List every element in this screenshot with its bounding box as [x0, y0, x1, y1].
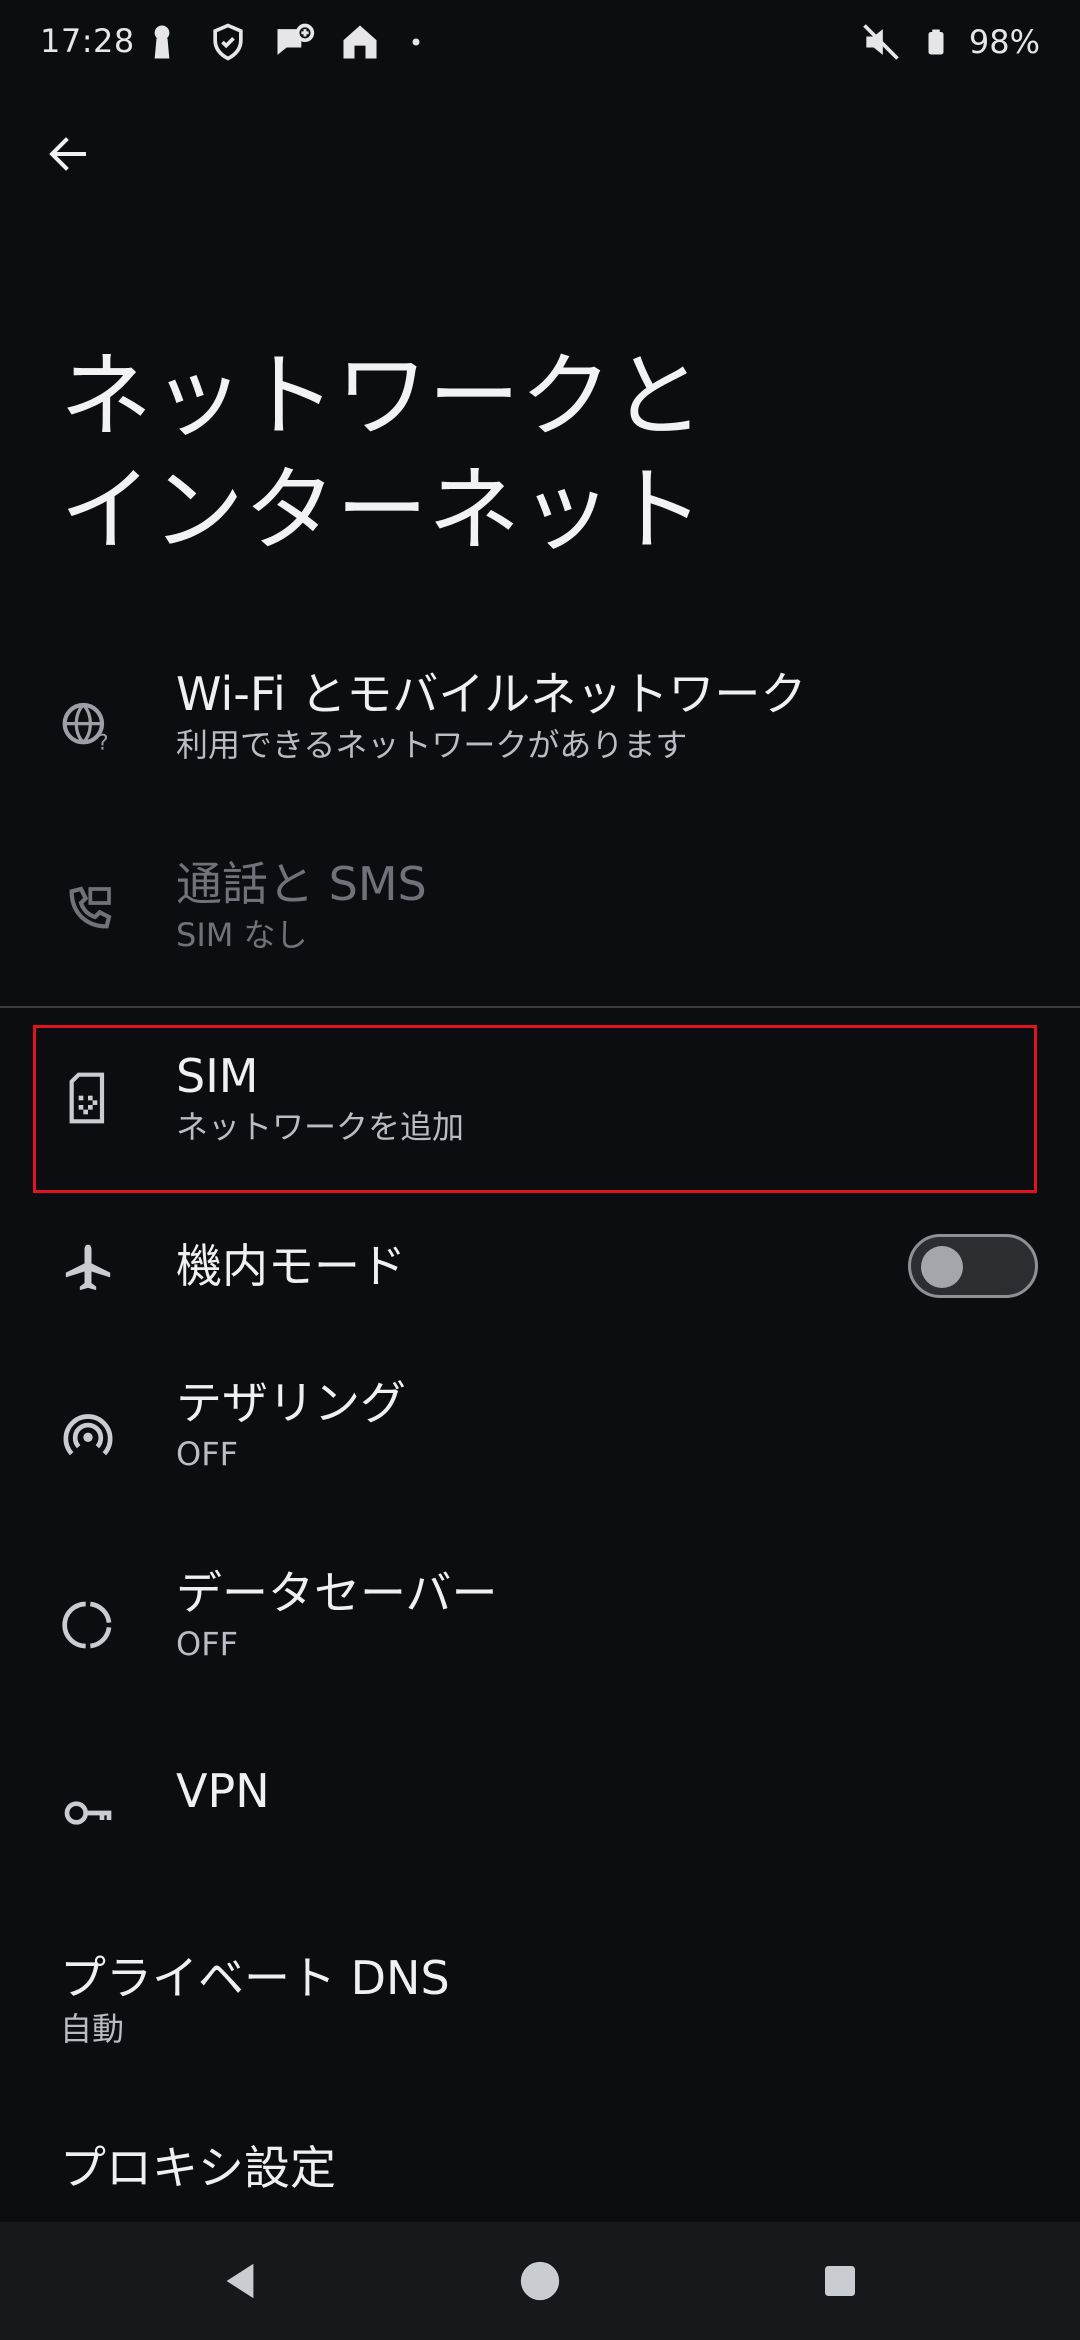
battery-percent: 98% [968, 23, 1040, 61]
nav-recents-button[interactable] [815, 2256, 865, 2306]
item-subtitle: 自動 [60, 2010, 125, 2048]
globe-question-icon: ? [60, 698, 116, 754]
item-title: 機内モード [176, 1239, 406, 1293]
status-icons-right: 98% [859, 20, 1040, 64]
item-title: VPN [176, 1764, 270, 1818]
back-triangle-icon [226, 2263, 254, 2299]
dot-icon [412, 38, 420, 46]
airplane-mode-toggle[interactable] [908, 1234, 1038, 1298]
list-item-vpn[interactable]: VPN [0, 1755, 1080, 1865]
status-icons-left [140, 20, 428, 64]
item-subtitle: OFF [176, 1625, 238, 1663]
highlight-box [33, 1025, 1037, 1193]
list-item-data-saver[interactable]: データセーバー OFF [0, 1565, 1080, 1685]
keyhole-icon [154, 25, 170, 59]
item-title: 通話と SMS [176, 857, 427, 911]
item-title: Wi-Fi とモバイルネットワーク [176, 667, 807, 721]
item-title: テザリング [176, 1376, 406, 1430]
back-button[interactable] [36, 122, 100, 186]
item-subtitle: SIM なし [176, 916, 308, 954]
item-title: データセーバー [176, 1566, 498, 1620]
list-item-calls-sms[interactable]: 通話と SMS SIM なし [0, 856, 1080, 986]
toggle-knob [921, 1246, 963, 1288]
hotspot-icon [60, 1407, 116, 1463]
nav-back-button[interactable] [215, 2256, 265, 2306]
item-subtitle: 利用できるネットワークがあります [176, 726, 688, 764]
key-icon [60, 1785, 116, 1841]
item-subtitle: OFF [176, 1435, 238, 1473]
item-title: プライベート DNS [60, 1951, 450, 2005]
status-time: 17:28 [40, 22, 135, 60]
chat-plus-icon [277, 23, 315, 55]
nav-home-button[interactable] [515, 2256, 565, 2306]
phone-message-icon [60, 882, 116, 938]
list-item-tethering[interactable]: テザリング OFF [0, 1375, 1080, 1495]
airplane-icon [60, 1240, 116, 1296]
arrow-left-icon [49, 137, 86, 171]
mute-icon [863, 24, 899, 60]
page-title: ネットワークと インターネット [60, 343, 705, 564]
battery-icon [928, 29, 944, 55]
home-circle-icon [520, 2261, 560, 2301]
list-item-wifi-mobile[interactable]: ? Wi-Fi とモバイルネットワーク 利用できるネットワークがあります [0, 660, 1080, 790]
section-divider [0, 1006, 1080, 1008]
list-item-private-dns[interactable]: プライベート DNS 自動 [0, 1950, 1080, 2070]
shield-icon [213, 23, 243, 61]
svg-text:?: ? [97, 730, 108, 754]
navigation-bar [0, 2222, 1080, 2340]
home-icon [343, 25, 377, 59]
list-item-proxy[interactable]: プロキシ設定 [0, 2140, 1080, 2220]
recents-square-icon [825, 2266, 855, 2296]
status-bar: 17:28 98% [0, 0, 1080, 88]
data-saver-icon [60, 1597, 116, 1653]
item-title: プロキシ設定 [60, 2141, 336, 2195]
